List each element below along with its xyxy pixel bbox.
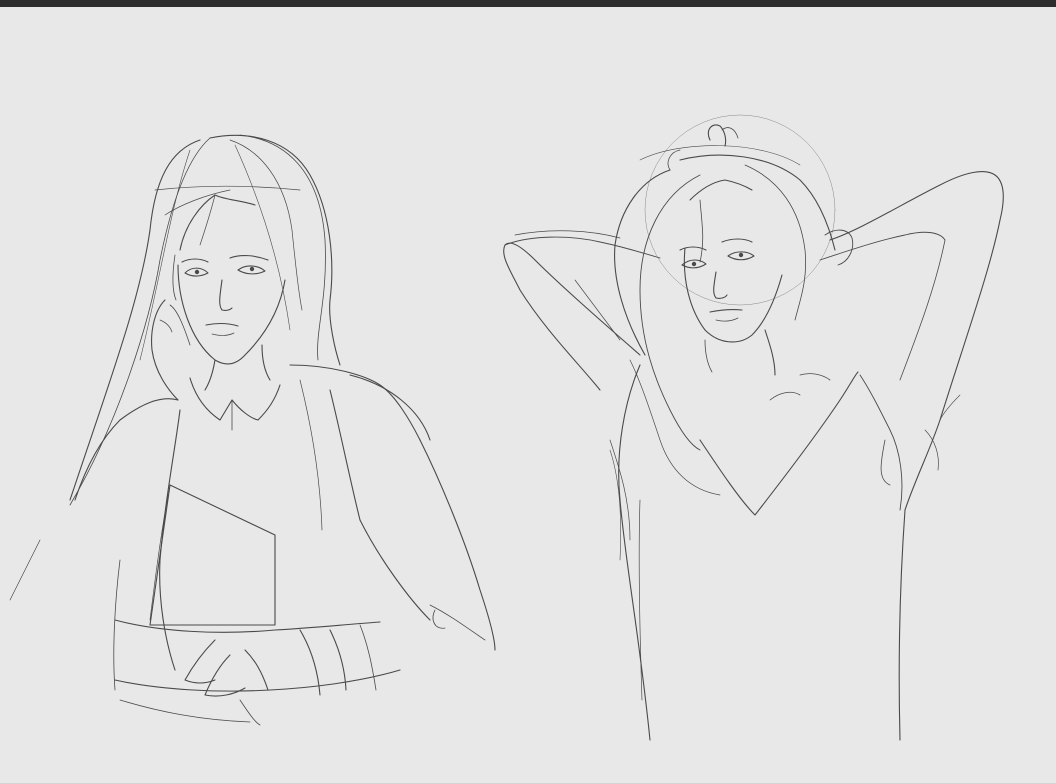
drawing-canvas[interactable] bbox=[0, 7, 1056, 783]
top-toolbar-strip bbox=[0, 0, 1056, 7]
sketch-figure-right bbox=[503, 114, 1004, 741]
sketch-figure-left bbox=[9, 134, 496, 726]
sketch-layer bbox=[9, 114, 1004, 741]
